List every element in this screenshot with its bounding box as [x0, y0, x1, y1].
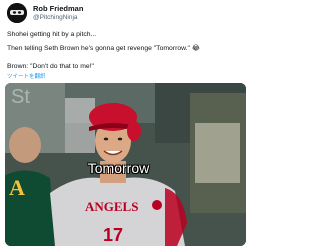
- jersey-number: 17: [103, 225, 123, 245]
- tweet-text-line-3: Brown: "Don't do that to me!": [7, 63, 94, 70]
- author-name[interactable]: Rob Friedman: [33, 4, 83, 13]
- translate-tweet-link[interactable]: ツイートを翻訳: [7, 72, 46, 80]
- jersey-text: ANGELS: [85, 199, 138, 214]
- video-caption-text: Tomorrow: [87, 160, 150, 176]
- tweet-card: Rob Friedman @PitchingNinja Shohei getti…: [0, 0, 250, 250]
- avatar-ninja-icon: [7, 3, 27, 23]
- svg-text:St: St: [11, 86, 30, 108]
- avatar[interactable]: [7, 3, 27, 23]
- tweet-video[interactable]: St A ANGELS 17 Tomorrow: [5, 83, 246, 246]
- tweet-text-line-2: Then telling Seth Brown he's gonna get r…: [7, 45, 200, 52]
- left-jersey-letter: A: [9, 175, 25, 200]
- tweet-header: Rob Friedman @PitchingNinja: [4, 3, 246, 25]
- author-handle[interactable]: @PitchingNinja: [33, 14, 78, 21]
- video-caption: Tomorrow: [5, 160, 246, 176]
- tweet-text-line-1: Shohei getting hit by a pitch...: [7, 31, 97, 38]
